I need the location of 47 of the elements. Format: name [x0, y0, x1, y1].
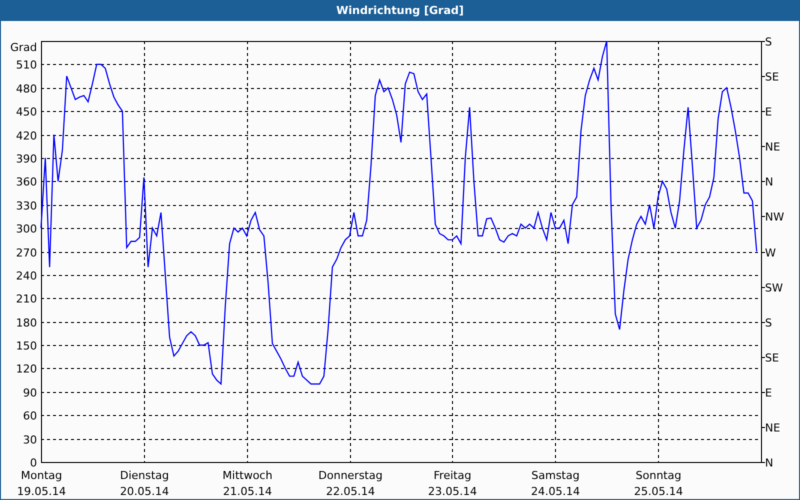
- x-axis-label: Freitag: [434, 469, 472, 482]
- y-axis-title: Grad: [10, 41, 37, 54]
- y-axis-label: 270: [16, 246, 37, 260]
- compass-axis-label: N: [765, 176, 774, 188]
- x-axis-label: Donnerstag: [318, 469, 383, 482]
- compass-axis-label: S: [765, 36, 772, 48]
- compass-axis-label: E: [765, 386, 772, 400]
- y-axis-label: 330: [16, 200, 37, 212]
- window-title: Windrichtung [Grad]: [336, 4, 464, 17]
- y-axis-label: 300: [16, 222, 37, 236]
- date-label: 22.05.14: [326, 485, 375, 498]
- date-label: 25.05.14: [634, 485, 683, 498]
- compass-axis-label: S: [765, 316, 772, 330]
- compass-axis-label: SE: [765, 70, 779, 84]
- compass-axis-label: E: [765, 106, 772, 118]
- compass-axis-label: NW: [765, 210, 784, 224]
- compass-axis-label: W: [765, 246, 776, 260]
- y-axis-label: 240: [16, 270, 37, 282]
- x-axis-label: Dienstag: [120, 469, 170, 482]
- y-axis-label: 510: [16, 58, 37, 72]
- y-axis-label: 60: [23, 410, 37, 422]
- x-axis-label: Mittwoch: [222, 469, 272, 482]
- y-axis-label: 480: [16, 82, 37, 96]
- compass-axis-label: NE: [765, 140, 780, 154]
- x-axis-label: Montag: [20, 469, 62, 482]
- y-axis-label: 360: [16, 176, 37, 188]
- y-axis-label: 180: [16, 316, 37, 330]
- date-label: 23.05.14: [428, 485, 477, 498]
- y-axis-label: 150: [16, 340, 37, 352]
- y-axis-label: 90: [23, 386, 37, 400]
- y-axis-label: 450: [16, 106, 37, 118]
- date-label: 24.05.14: [531, 485, 580, 498]
- date-label: 19.05.14: [17, 485, 66, 498]
- y-axis-label: 0: [30, 456, 37, 470]
- compass-axis-label: NE: [765, 422, 780, 434]
- y-axis-label: 390: [16, 152, 37, 166]
- y-axis-label: 420: [16, 130, 37, 142]
- compass-axis-label: SW: [765, 282, 783, 294]
- date-label: 20.05.14: [120, 485, 169, 498]
- x-axis-label: Samstag: [531, 469, 580, 482]
- y-axis-label: 210: [16, 292, 37, 306]
- date-label: 21.05.14: [223, 485, 272, 498]
- y-axis-label: 120: [16, 362, 37, 376]
- x-axis-label: Sonntag: [636, 469, 682, 482]
- compass-axis-label: SE: [765, 352, 779, 364]
- compass-axis-label: N: [765, 456, 774, 470]
- y-axis-label: 30: [23, 434, 37, 446]
